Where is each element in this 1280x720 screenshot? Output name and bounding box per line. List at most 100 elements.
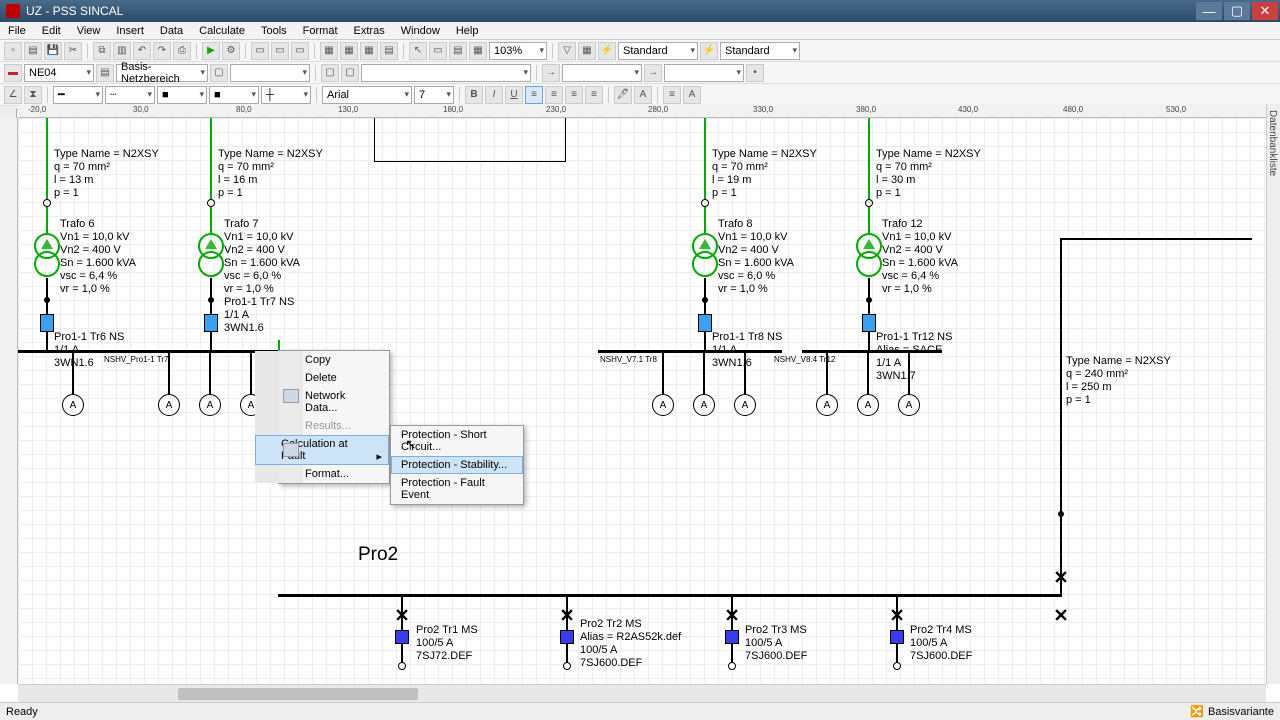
menu-insert[interactable]: Insert — [108, 25, 152, 37]
dot-icon[interactable]: • — [746, 64, 764, 82]
select-icon[interactable]: ▭ — [429, 42, 447, 60]
relay[interactable] — [395, 630, 409, 644]
menu-data[interactable]: Data — [152, 25, 191, 37]
node[interactable] — [866, 297, 872, 303]
align-right-icon[interactable]: ≡ — [565, 86, 583, 104]
filter-icon[interactable]: ▽ — [558, 42, 576, 60]
busbar-pro2[interactable] — [278, 594, 1062, 597]
open-icon[interactable]: ▤ — [24, 42, 42, 60]
transformer-6[interactable] — [32, 233, 62, 279]
fontbg-icon[interactable]: A — [634, 86, 652, 104]
side-panel-tab[interactable]: Datenbankliste — [1266, 104, 1280, 684]
switch-x[interactable]: ✕ — [1053, 606, 1068, 627]
node[interactable] — [44, 297, 50, 303]
ammeter[interactable]: A — [734, 394, 756, 416]
node[interactable] — [1058, 511, 1064, 517]
menu-file[interactable]: File — [0, 25, 34, 37]
font-combo[interactable]: Arial — [322, 86, 412, 104]
scrollbar-horizontal[interactable] — [18, 684, 1266, 702]
new-icon[interactable]: ▫ — [4, 42, 22, 60]
menu-help[interactable]: Help — [448, 25, 487, 37]
cut-icon[interactable]: ✂ — [64, 42, 82, 60]
transformer-12[interactable] — [854, 233, 884, 279]
fc-combo[interactable]: ■ — [209, 86, 259, 104]
breaker[interactable] — [204, 314, 218, 332]
ammeter[interactable]: A — [693, 394, 715, 416]
c2-combo[interactable] — [664, 64, 744, 82]
ammeter[interactable]: A — [816, 394, 838, 416]
note-icon[interactable]: ▤ — [449, 42, 467, 60]
angle-icon[interactable]: ∠ — [4, 86, 22, 104]
run-icon[interactable]: ▶ — [202, 42, 220, 60]
spark-icon[interactable]: ⚡ — [598, 42, 616, 60]
terminal[interactable] — [563, 662, 571, 670]
close-button[interactable]: ✕ — [1252, 2, 1278, 20]
area-combo[interactable] — [230, 64, 310, 82]
align-center-icon[interactable]: ≡ — [545, 86, 563, 104]
switch-x[interactable]: ✕ — [1053, 568, 1068, 589]
terminal[interactable] — [398, 662, 406, 670]
zoom-combo[interactable]: 103% — [489, 42, 547, 60]
undo-icon[interactable]: ↶ — [133, 42, 151, 60]
sub-fault-event[interactable]: Protection - Fault Event — [391, 474, 523, 504]
breaker[interactable] — [40, 314, 54, 332]
snap-icon[interactable]: ▦ — [469, 42, 487, 60]
align-left-icon[interactable]: ≡ — [525, 86, 543, 104]
terminal[interactable] — [701, 199, 709, 207]
region-icon[interactable]: ▤ — [96, 64, 114, 82]
terminal[interactable] — [43, 199, 51, 207]
ctx-calc-at-fault[interactable]: Calculation at Fault▸ — [255, 435, 389, 465]
ctx-network-data[interactable]: Network Data... — [255, 387, 389, 417]
schematic-canvas[interactable]: Type Name = N2XSYq = 70 mm²l = 13 mp = 1… — [18, 118, 1266, 684]
node[interactable] — [702, 297, 708, 303]
maximize-button[interactable]: ▢ — [1224, 2, 1250, 20]
ammeter[interactable]: A — [158, 394, 180, 416]
grid2-icon[interactable]: ▦ — [340, 42, 358, 60]
elem-icon[interactable]: ▢ — [321, 64, 339, 82]
ls-combo[interactable]: ┄ — [105, 86, 155, 104]
menu-extras[interactable]: Extras — [346, 25, 393, 37]
terminal[interactable] — [728, 662, 736, 670]
ratio-icon[interactable]: ⧗ — [24, 86, 42, 104]
menu-view[interactable]: View — [69, 25, 109, 37]
style1-combo[interactable]: Standard — [618, 42, 698, 60]
menu-format[interactable]: Format — [295, 25, 346, 37]
redo-icon[interactable]: ↷ — [153, 42, 171, 60]
style2-combo[interactable]: Standard — [720, 42, 800, 60]
area-icon[interactable]: ▢ — [210, 64, 228, 82]
c1-combo[interactable] — [562, 64, 642, 82]
ammeter[interactable]: A — [898, 394, 920, 416]
arrow2-icon[interactable]: → — [644, 64, 662, 82]
paste-icon[interactable]: ▥ — [113, 42, 131, 60]
relay[interactable] — [725, 630, 739, 644]
fontcolor-icon[interactable]: 🖊 — [614, 86, 632, 104]
pt-combo[interactable]: ┼ — [261, 86, 311, 104]
window3-icon[interactable]: ▭ — [291, 42, 309, 60]
sub-stability[interactable]: Protection - Stability... — [391, 456, 523, 474]
pointer-icon[interactable]: ↖ — [409, 42, 427, 60]
switch-x[interactable]: ✕ — [394, 606, 409, 627]
italic-icon[interactable]: I — [485, 86, 503, 104]
transformer-7[interactable] — [196, 233, 226, 279]
transformer-8[interactable] — [690, 233, 720, 279]
layers-icon[interactable]: ▤ — [380, 42, 398, 60]
terminal[interactable] — [865, 199, 873, 207]
terminal[interactable] — [207, 199, 215, 207]
relay[interactable] — [890, 630, 904, 644]
chart-icon[interactable]: ▦ — [578, 42, 596, 60]
netlevel-combo[interactable]: NE04 — [24, 64, 94, 82]
ammeter[interactable]: A — [199, 394, 221, 416]
size-combo[interactable]: 7 — [414, 86, 454, 104]
menu-tools[interactable]: Tools — [253, 25, 295, 37]
valign-icon[interactable]: ≡ — [585, 86, 603, 104]
menu-edit[interactable]: Edit — [34, 25, 69, 37]
switch-x[interactable]: ✕ — [889, 606, 904, 627]
minimize-button[interactable]: — — [1196, 2, 1222, 20]
underline-icon[interactable]: U — [505, 86, 523, 104]
ammeter[interactable]: A — [857, 394, 879, 416]
context-menu[interactable]: Copy Delete Network Data... Results... C… — [278, 350, 390, 484]
spark2-icon[interactable]: ⚡ — [700, 42, 718, 60]
breaker[interactable] — [698, 314, 712, 332]
elem2-icon[interactable]: ▢ — [341, 64, 359, 82]
node[interactable] — [208, 297, 214, 303]
